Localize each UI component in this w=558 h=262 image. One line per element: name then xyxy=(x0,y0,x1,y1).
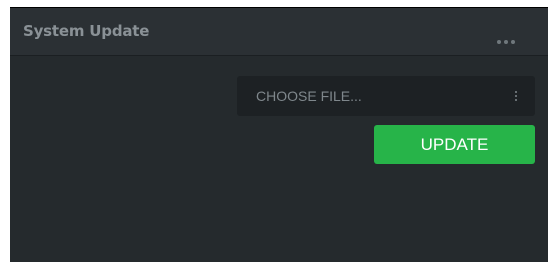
system-update-panel: System Update CHOOSE FILE... UPDATE xyxy=(10,7,548,262)
kebab-dot xyxy=(515,99,517,101)
more-options-icon[interactable] xyxy=(494,37,518,47)
choose-file-input[interactable]: CHOOSE FILE... xyxy=(237,76,535,116)
more-dot xyxy=(497,40,501,44)
kebab-dot xyxy=(515,91,517,93)
kebab-menu-icon[interactable] xyxy=(514,89,518,103)
more-dot xyxy=(511,40,515,44)
panel-title: System Update xyxy=(23,22,150,40)
screenshot-frame: System Update CHOOSE FILE... UPDATE xyxy=(0,0,558,262)
panel-header: System Update xyxy=(10,8,548,56)
kebab-dot xyxy=(515,95,517,97)
more-dot xyxy=(504,40,508,44)
choose-file-placeholder: CHOOSE FILE... xyxy=(256,88,362,104)
update-button[interactable]: UPDATE xyxy=(374,125,535,164)
